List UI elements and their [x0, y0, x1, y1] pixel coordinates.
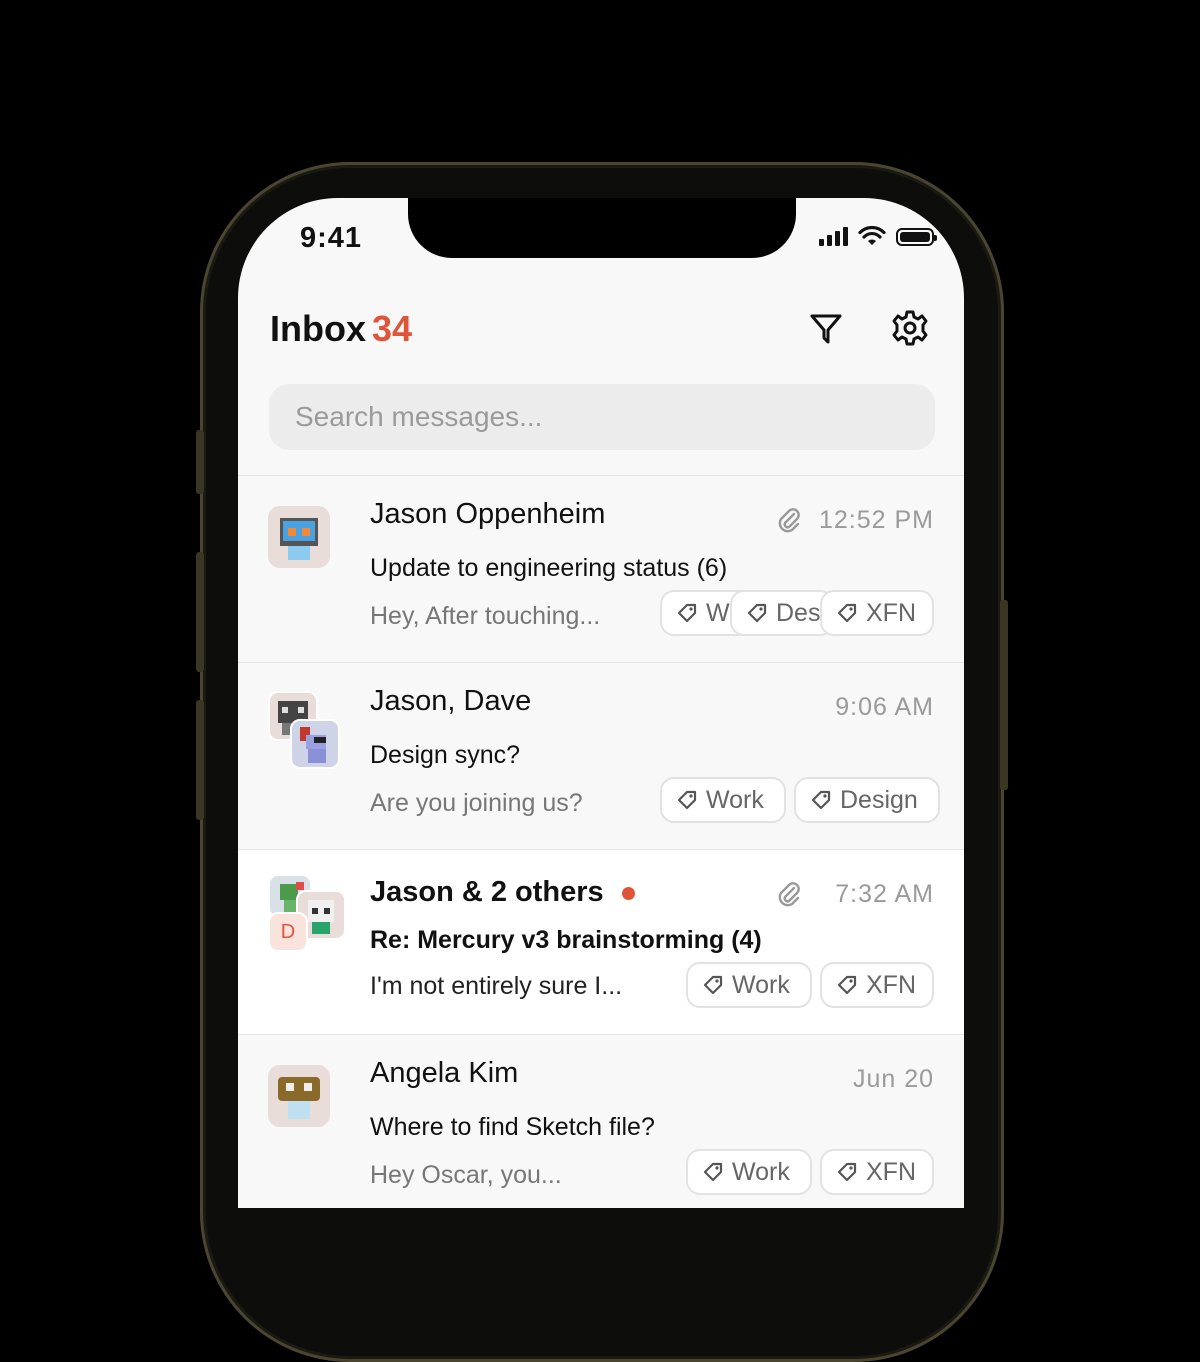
paperclip-icon — [778, 508, 800, 533]
search-bar — [269, 384, 935, 450]
mute-switch — [196, 430, 204, 494]
message-subject: Update to engineering status (6) — [370, 554, 728, 582]
message-preview: Are you joining us? — [370, 789, 583, 817]
notch — [408, 198, 796, 258]
unread-dot — [621, 886, 635, 900]
list-item[interactable]: Jason Oppenheim 12:52 PM Update to engin… — [238, 476, 964, 662]
phone-screen: 9:41 Inbox 34 Search messages... Jason O… — [238, 198, 964, 1208]
status-time: 9:41 — [300, 222, 363, 254]
message-time: 7:32 AM — [835, 880, 934, 908]
inbox-header: Inbox 34 — [270, 308, 934, 350]
tag-label: Design — [840, 785, 918, 814]
filter-icon[interactable] — [806, 308, 846, 348]
tag-icon — [747, 603, 767, 623]
tag-icon — [677, 603, 697, 623]
tag-work[interactable]: Work — [686, 962, 812, 1008]
tag-label: XFN — [866, 598, 916, 627]
inbox-title: Inbox — [270, 308, 366, 349]
tag-label: XFN — [866, 970, 916, 999]
tag-work[interactable]: Work — [660, 777, 786, 823]
tag-icon — [837, 1162, 857, 1182]
tag-xfn[interactable]: XFN — [820, 962, 934, 1008]
battery-icon — [896, 228, 937, 246]
status-icons — [819, 226, 937, 246]
message-preview: I'm not entirely sure I... — [370, 972, 623, 1000]
tag-xfn[interactable]: XFN — [820, 1149, 934, 1195]
list-item[interactable]: D Jason & 2 others 7:32 AM Re: Mercury v… — [238, 850, 964, 1034]
sender-name: Jason & 2 others — [370, 876, 635, 909]
message-time: Jun 20 — [852, 1065, 934, 1093]
tag-work[interactable]: Work — [686, 1149, 812, 1195]
avatar — [268, 1065, 330, 1127]
tag-icon — [703, 975, 723, 995]
message-preview: Hey, After touching... — [370, 602, 601, 630]
sender-name: Jason Oppenheim — [370, 498, 606, 530]
gear-icon[interactable] — [890, 308, 930, 348]
volume-up-button — [196, 552, 204, 672]
volume-down-button — [196, 700, 204, 820]
tag-label: XFN — [866, 1157, 916, 1186]
tag-xfn[interactable]: XFN — [820, 590, 934, 636]
unread-count: 34 — [372, 308, 413, 349]
tag-icon — [677, 790, 697, 810]
power-button — [1000, 600, 1008, 790]
tag-label: Work — [732, 970, 790, 999]
message-subject: Design sync? — [370, 741, 521, 769]
tag-design[interactable]: Design — [794, 777, 940, 823]
avatar — [268, 506, 330, 568]
tag-label: Work — [706, 785, 764, 814]
tag-icon — [837, 975, 857, 995]
bird-avatar-icon — [292, 721, 338, 767]
avatar: D — [268, 912, 308, 952]
sender-name: Angela Kim — [370, 1057, 519, 1089]
wifi-icon — [858, 226, 886, 245]
tag-design[interactable]: Design — [730, 590, 834, 636]
message-subject: Re: Mercury v3 brainstorming (4) — [370, 926, 762, 954]
tag-icon — [811, 790, 831, 810]
cellular-signal-icon — [819, 226, 848, 246]
search-input[interactable] — [293, 400, 911, 434]
tag-icon — [703, 1162, 723, 1182]
potato-avatar-icon — [268, 1065, 330, 1127]
message-time: 12:52 PM — [818, 506, 934, 534]
sender-name: Jason, Dave — [370, 685, 532, 717]
message-subject: Where to find Sketch file? — [370, 1113, 655, 1141]
avatar-letter: D — [280, 920, 296, 943]
robot-avatar-icon — [268, 506, 330, 568]
message-time: 9:06 AM — [835, 693, 934, 721]
avatar — [290, 719, 340, 769]
paperclip-icon — [778, 882, 800, 907]
message-preview: Hey Oscar, you... — [370, 1161, 562, 1189]
tag-icon — [837, 603, 857, 623]
sender-name-text: Jason & 2 others — [370, 876, 604, 908]
list-item[interactable]: Angela Kim Jun 20 Where to find Sketch f… — [238, 1035, 964, 1208]
tag-label: Work — [732, 1157, 790, 1186]
list-item[interactable]: Jason, Dave 9:06 AM Design sync? Are you… — [238, 663, 964, 849]
